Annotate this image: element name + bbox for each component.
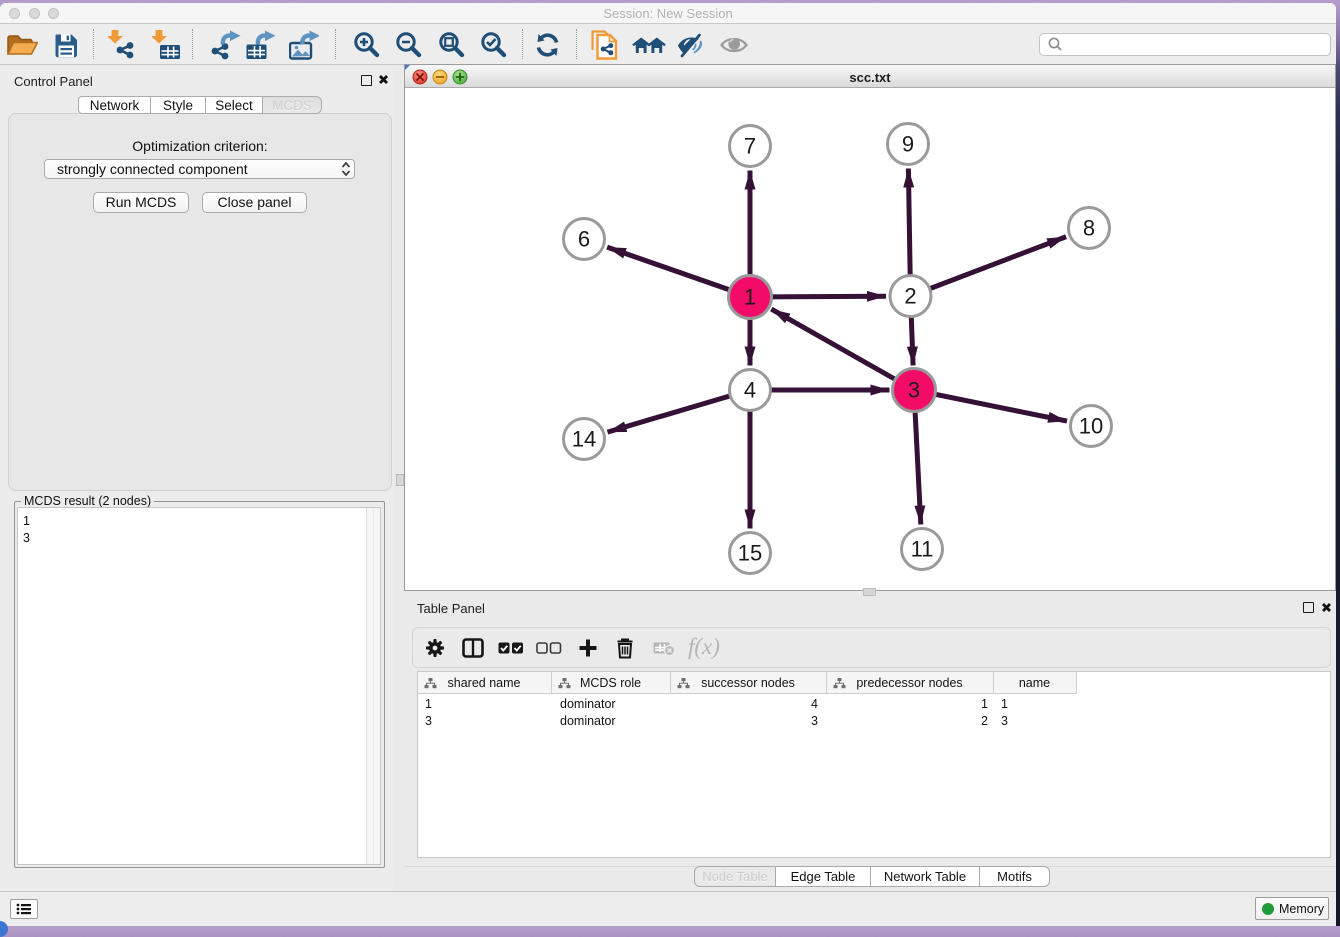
svg-text:8: 8 [1083, 216, 1095, 241]
svg-text:2: 2 [904, 284, 916, 309]
svg-text:11: 11 [911, 537, 934, 562]
svg-text:15: 15 [738, 541, 762, 566]
svg-text:3: 3 [908, 378, 920, 403]
svg-text:1: 1 [744, 285, 756, 310]
svg-text:7: 7 [744, 134, 756, 159]
svg-text:14: 14 [572, 427, 596, 452]
svg-text:9: 9 [902, 132, 914, 157]
svg-text:10: 10 [1079, 414, 1103, 439]
svg-text:4: 4 [744, 378, 756, 403]
svg-text:6: 6 [578, 227, 590, 252]
